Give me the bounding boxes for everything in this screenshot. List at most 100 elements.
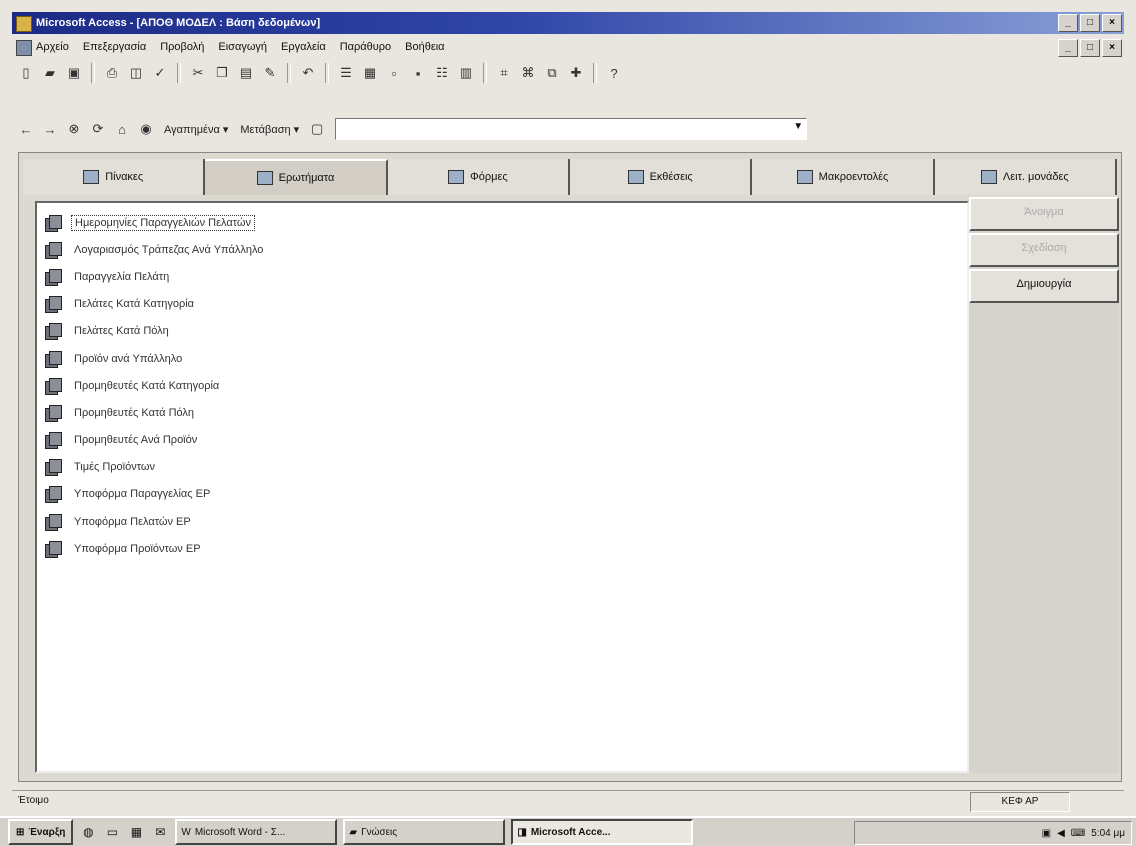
- menu-tools[interactable]: Εργαλεία: [281, 41, 326, 53]
- quicklaunch-outlook-icon[interactable]: ✉: [151, 823, 169, 841]
- quicklaunch-channels-icon[interactable]: ▦: [127, 823, 145, 841]
- copy-icon[interactable]: ❐: [212, 63, 232, 83]
- list-item[interactable]: Υποφόρμα Παραγγελίας ΕΡ: [45, 481, 967, 508]
- tab-label: Λειτ. μονάδες: [1002, 171, 1069, 183]
- design-button[interactable]: Σχεδίαση: [969, 233, 1119, 267]
- list-item[interactable]: Πελάτες Κατά Πόλη: [45, 318, 967, 345]
- new-button[interactable]: Δημιουργία: [969, 269, 1119, 303]
- goto-menu[interactable]: Μετάβαση ▾: [236, 123, 303, 136]
- query-name: Υποφόρμα Προϊόντων ΕΡ: [74, 542, 201, 555]
- menu-file[interactable]: Αρχείο: [36, 41, 69, 53]
- show-only-web-toolbar-icon[interactable]: ▢: [307, 119, 327, 139]
- close-button[interactable]: ×: [1102, 14, 1122, 32]
- undo-icon[interactable]: ↶: [298, 63, 318, 83]
- list-item[interactable]: Παραγγελία Πελάτη: [45, 263, 967, 290]
- refresh-icon[interactable]: ⟳: [88, 119, 108, 139]
- access-app-icon[interactable]: [16, 16, 32, 32]
- command-buttons: Άνοιγμα Σχεδίαση Δημιουργία: [969, 197, 1119, 773]
- task-label: Γνώσεις: [361, 826, 398, 838]
- toolbar-separator: [177, 63, 181, 83]
- query-name: Προϊόν ανά Υπάλληλο: [74, 352, 183, 365]
- start-button[interactable]: ⊞ Έναρξη: [8, 819, 74, 845]
- list-item[interactable]: Προμηθευτές Ανά Προϊόν: [45, 427, 967, 454]
- system-tray: ▣ ◀ ⌨ 5:04 μμ: [854, 821, 1132, 845]
- database-document-icon[interactable]: [16, 40, 32, 56]
- tray-network-icon[interactable]: ▣: [1042, 828, 1051, 839]
- tab-queries[interactable]: Ερωτήματα: [205, 159, 388, 195]
- clock[interactable]: 5:04 μμ: [1091, 828, 1125, 839]
- query-name: Ημερομηνίες Παραγγελιών Πελατών: [71, 214, 255, 231]
- home-icon[interactable]: ⌂: [112, 119, 132, 139]
- tab-modules[interactable]: Λειτ. μονάδες: [934, 159, 1117, 195]
- relationships-icon[interactable]: ⧉: [542, 63, 562, 83]
- large-icons-icon[interactable]: ▫: [384, 63, 404, 83]
- task-folder[interactable]: ▰ Γνώσεις: [343, 819, 506, 845]
- minimize-button[interactable]: _: [1058, 14, 1078, 32]
- maximize-button[interactable]: □: [1080, 14, 1100, 32]
- list-item[interactable]: Υποφόρμα Προϊόντων ΕΡ: [45, 535, 967, 562]
- menu-insert[interactable]: Εισαγωγή: [218, 41, 267, 53]
- list-item[interactable]: Προϊόν ανά Υπάλληλο: [45, 345, 967, 372]
- tray-volume-icon[interactable]: ◀: [1057, 828, 1065, 839]
- list-item[interactable]: Πελάτες Κατά Κατηγορία: [45, 291, 967, 318]
- analyze-icon[interactable]: ▦: [360, 63, 380, 83]
- address-input[interactable]: ▼: [335, 118, 808, 140]
- tab-macros[interactable]: Μακροεντολές: [752, 159, 935, 195]
- details-icon[interactable]: ▥: [456, 63, 476, 83]
- list-item[interactable]: Υποφόρμα Πελατών ΕΡ: [45, 508, 967, 535]
- list-icon[interactable]: ☷: [432, 63, 452, 83]
- favorites-menu[interactable]: Αγαπημένα ▾: [160, 123, 232, 136]
- spelling-icon[interactable]: ✓: [150, 63, 170, 83]
- menu-help[interactable]: Βοήθεια: [405, 41, 444, 53]
- print-icon[interactable]: ⎙: [102, 63, 122, 83]
- back-icon[interactable]: ←: [16, 119, 36, 139]
- menu-view[interactable]: Προβολή: [160, 41, 204, 53]
- tray-language-icon[interactable]: ⌨: [1071, 828, 1085, 839]
- query-icon: [45, 540, 62, 558]
- tab-reports[interactable]: Εκθέσεις: [569, 159, 753, 195]
- paste-icon[interactable]: ▤: [236, 63, 256, 83]
- query-list[interactable]: Ημερομηνίες Παραγγελιών Πελατών Λογαριασ…: [35, 201, 969, 773]
- chevron-down-icon[interactable]: ▼: [793, 121, 803, 132]
- quicklaunch-desktop-icon[interactable]: ▭: [103, 823, 121, 841]
- new-icon[interactable]: ▯: [16, 63, 36, 83]
- task-word[interactable]: W Microsoft Word - Σ...: [175, 819, 338, 845]
- list-item[interactable]: Ημερομηνίες Παραγγελιών Πελατών: [45, 209, 967, 236]
- format-painter-icon[interactable]: ✎: [260, 63, 280, 83]
- doc-close-button[interactable]: ×: [1102, 39, 1122, 57]
- search-web-icon[interactable]: ◉: [136, 119, 156, 139]
- doc-restore-button[interactable]: □: [1080, 39, 1100, 57]
- cut-icon[interactable]: ✂: [188, 63, 208, 83]
- quicklaunch-ie-icon[interactable]: ◍: [79, 823, 97, 841]
- office-links-icon[interactable]: ☰: [336, 63, 356, 83]
- web-toolbar: ← → ⊗ ⟳ ⌂ ◉ Αγαπημένα ▾ Μετάβαση ▾ ▢ ▼: [16, 116, 1016, 142]
- query-icon: [45, 486, 62, 504]
- open-button[interactable]: Άνοιγμα: [969, 197, 1119, 231]
- forward-icon[interactable]: →: [40, 119, 60, 139]
- code-icon[interactable]: ⌗: [494, 63, 514, 83]
- list-item[interactable]: Λογαριασμός Τράπεζας Ανά Υπάλληλο: [45, 236, 967, 263]
- query-icon: [45, 268, 62, 286]
- tab-label: Μακροεντολές: [818, 171, 889, 183]
- small-icons-icon[interactable]: ▪: [408, 63, 428, 83]
- stop-icon[interactable]: ⊗: [64, 119, 84, 139]
- list-item[interactable]: Προμηθευτές Κατά Κατηγορία: [45, 372, 967, 399]
- tab-label: Πίνακες: [105, 171, 144, 183]
- new-object-icon[interactable]: ✚: [566, 63, 586, 83]
- save-icon[interactable]: ▣: [64, 63, 84, 83]
- query-icon: [45, 377, 62, 395]
- tab-tables[interactable]: Πίνακες: [23, 159, 206, 195]
- help-icon[interactable]: ?: [604, 63, 624, 83]
- open-icon[interactable]: ▰: [40, 63, 60, 83]
- list-item[interactable]: Προμηθευτές Κατά Πόλη: [45, 399, 967, 426]
- tab-forms[interactable]: Φόρμες: [387, 159, 570, 195]
- menu-edit[interactable]: Επεξεργασία: [83, 41, 146, 53]
- task-access[interactable]: ◨ Microsoft Acce...: [511, 819, 694, 845]
- task-label: Microsoft Word - Σ...: [194, 826, 286, 838]
- query-icon: [45, 350, 62, 368]
- list-item[interactable]: Τιμές Προϊόντων: [45, 454, 967, 481]
- doc-minimize-button[interactable]: _: [1058, 39, 1078, 57]
- menu-window[interactable]: Παράθυρο: [340, 41, 391, 53]
- properties-icon[interactable]: ⌘: [518, 63, 538, 83]
- print-preview-icon[interactable]: ◫: [126, 63, 146, 83]
